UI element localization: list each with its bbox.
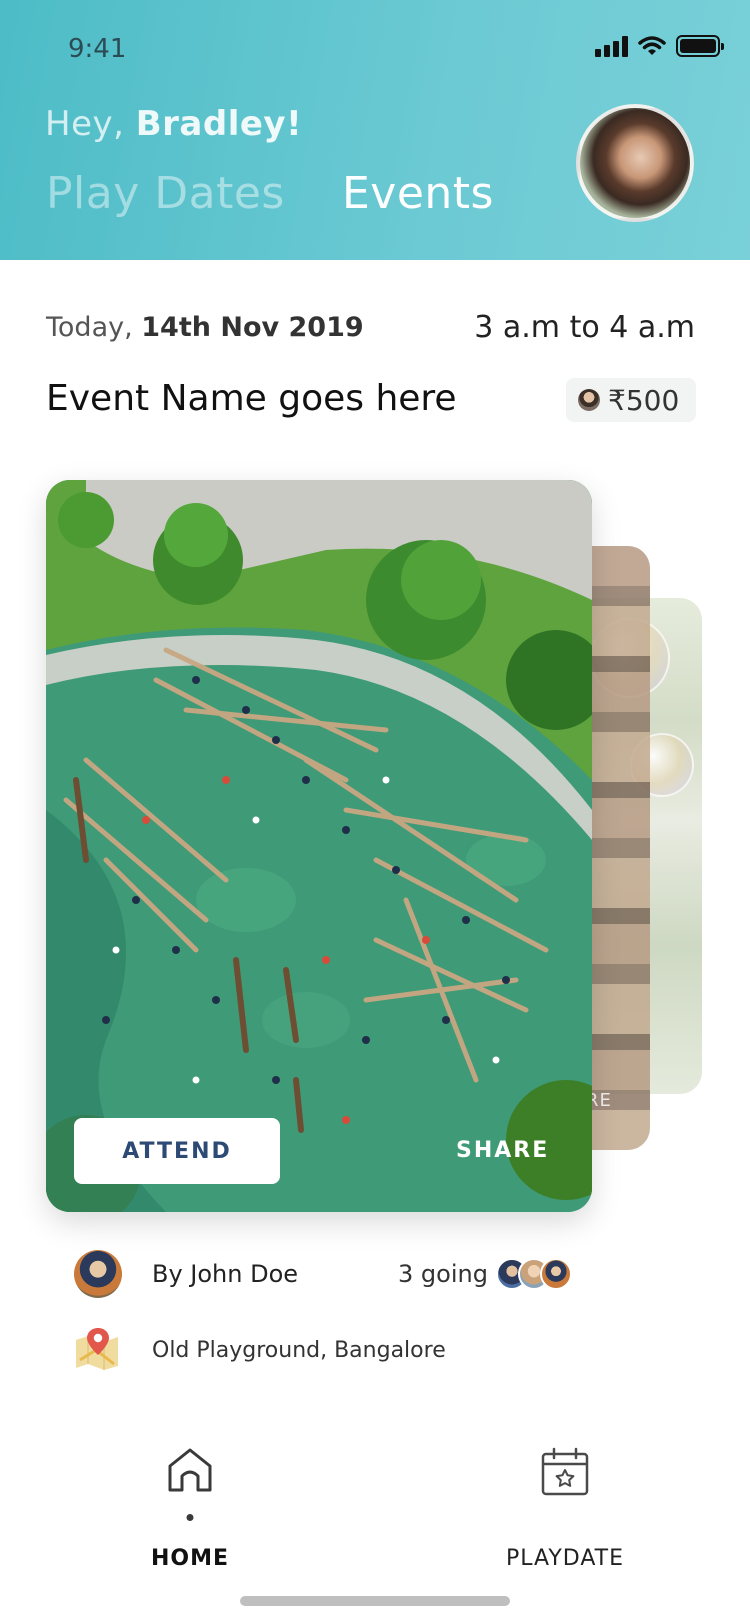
- date-value: 14th Nov 2019: [141, 312, 364, 343]
- going-count[interactable]: 3 going: [398, 1260, 488, 1288]
- host-name[interactable]: By John Doe: [152, 1260, 298, 1288]
- event-date: Today, 14th Nov 2019: [46, 312, 364, 343]
- location-row[interactable]: Old Playground, Bangalore: [74, 1326, 674, 1376]
- host-avatar[interactable]: [74, 1250, 122, 1298]
- price-value: ₹500: [608, 383, 680, 417]
- calendar-star-icon: [541, 1447, 589, 1496]
- greeting: Hey, Bradley!: [45, 104, 302, 144]
- event-time-range: 3 a.m to 4 a.m: [474, 310, 695, 345]
- header: 9:41 Hey, Bradley! Play Dates Events: [0, 0, 750, 260]
- date-prefix: Today,: [46, 312, 142, 343]
- home-indicator[interactable]: [240, 1596, 510, 1606]
- status-icons: [595, 34, 724, 58]
- nav-playdate-label: PLAYDATE: [505, 1546, 625, 1571]
- tab-play-dates[interactable]: Play Dates: [46, 168, 285, 219]
- map-pin-icon: [76, 1328, 118, 1370]
- greeting-prefix: Hey,: [45, 104, 136, 144]
- attendee-avatar: [540, 1258, 572, 1290]
- battery-icon: [676, 35, 724, 57]
- attend-button[interactable]: ATTEND: [74, 1118, 280, 1184]
- status-time: 9:41: [68, 34, 127, 64]
- event-name: Event Name goes here: [46, 378, 457, 419]
- event-photo: [46, 480, 592, 1212]
- home-icon: [168, 1448, 212, 1492]
- nav-playdate[interactable]: PLAYDATE: [490, 1446, 640, 1576]
- host-row: By John Doe 3 going: [74, 1250, 674, 1300]
- person-icon: [578, 389, 600, 411]
- location-text: Old Playground, Bangalore: [152, 1338, 446, 1363]
- price-chip: ₹500: [566, 378, 696, 422]
- profile-avatar[interactable]: [576, 104, 694, 222]
- wifi-icon: [638, 36, 666, 55]
- share-button[interactable]: SHARE: [456, 1138, 549, 1163]
- nav-home[interactable]: HOME: [130, 1446, 250, 1576]
- event-card[interactable]: ATTEND SHARE: [46, 480, 592, 1212]
- greeting-name: Bradley!: [135, 104, 303, 144]
- cellular-signal-icon: [595, 35, 628, 57]
- active-indicator-dot: [186, 1514, 194, 1521]
- tab-events[interactable]: Events: [342, 168, 494, 219]
- attendee-avatars[interactable]: [496, 1258, 576, 1292]
- nav-home-label: HOME: [150, 1546, 230, 1571]
